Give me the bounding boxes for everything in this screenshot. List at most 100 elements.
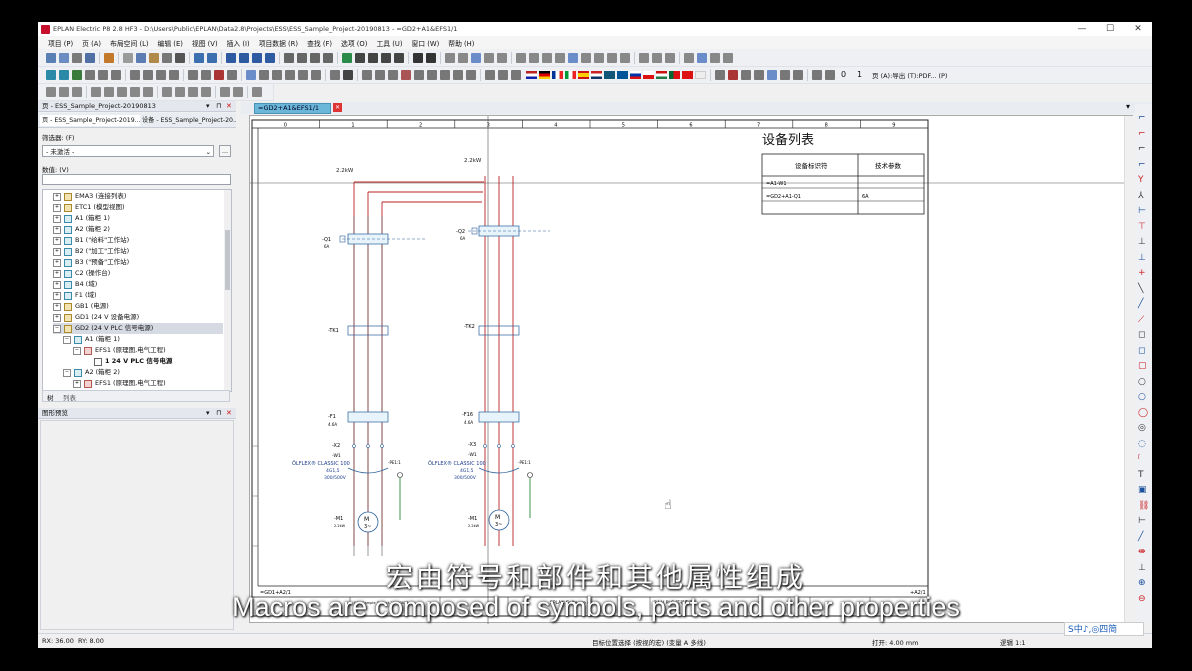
potential-icon[interactable] (130, 70, 140, 80)
tree-item[interactable]: + EFS1 (原理图,电气工程) (73, 378, 166, 389)
drawing-tool-icon[interactable]: ◯ (1138, 408, 1148, 418)
menu-view[interactable]: 视图 (V) (192, 38, 218, 48)
value-input[interactable] (42, 174, 231, 185)
ime-toolbar[interactable]: S中♪,◎四简 (1064, 622, 1144, 636)
drawing-tool-icon[interactable]: ⌐ (1138, 114, 1148, 123)
bus-icon[interactable] (665, 53, 675, 63)
drawing-tool-icon[interactable]: ○ (1138, 393, 1148, 402)
new-project-icon[interactable] (46, 53, 56, 63)
tree-item[interactable]: + B4 (域) (53, 279, 97, 290)
page-next-icon[interactable] (310, 53, 320, 63)
cursor-a-icon[interactable] (715, 70, 725, 80)
eval-a-icon[interactable] (362, 70, 372, 80)
tab-list[interactable]: 列表 (63, 392, 76, 402)
filter-browse-button[interactable]: ... (219, 145, 231, 157)
plug-icon[interactable] (98, 70, 108, 80)
dimension-icon[interactable] (130, 87, 140, 97)
pointer-icon[interactable] (169, 70, 179, 80)
grid-c-icon[interactable] (471, 53, 481, 63)
canvas-scrollbar[interactable] (1124, 116, 1134, 622)
arrow-right-nav-icon[interactable] (426, 53, 436, 63)
menu-layout-space[interactable]: 布局空间 (L) (110, 38, 148, 48)
flag-uk-icon[interactable] (604, 71, 615, 79)
translate-b-icon[interactable] (498, 70, 508, 80)
tree-item[interactable]: + GB1 (电源) (53, 301, 109, 312)
plc-icon[interactable] (188, 70, 198, 80)
zoom-fit-icon[interactable] (394, 53, 404, 63)
flag-pl-icon[interactable] (643, 71, 654, 79)
cursor-c-icon[interactable] (741, 70, 751, 80)
flag-hu-icon[interactable] (656, 71, 667, 79)
menu-options[interactable]: 选项 (O) (341, 38, 367, 48)
flag-fr-icon[interactable] (552, 71, 563, 79)
drawing-tool-icon[interactable]: ⌐ (1138, 160, 1148, 170)
menu-project-data[interactable]: 项目数据 (R) (259, 38, 298, 48)
drawing-tool-icon[interactable]: ▣ (1138, 486, 1148, 495)
input-box-icon[interactable] (542, 53, 552, 63)
tree-expander-icon[interactable]: + (53, 302, 61, 311)
translate-a-icon[interactable] (485, 70, 495, 80)
image-icon[interactable] (220, 87, 230, 97)
list-icon[interactable] (607, 53, 617, 63)
tree-item[interactable]: + B1 ("给料"工作站) (53, 235, 129, 246)
drawing-tool-icon[interactable]: T (1138, 470, 1148, 480)
align-icon[interactable] (639, 53, 649, 63)
tree-item[interactable]: + B3 ("预备"工作站) (53, 257, 129, 268)
flag-de-icon[interactable] (539, 71, 550, 79)
flag-cn-icon[interactable] (682, 71, 693, 79)
grid-e-icon[interactable] (497, 53, 507, 63)
drawing-tool-icon[interactable]: ᶴ (1138, 455, 1148, 464)
refresh-icon[interactable] (342, 53, 352, 63)
cursor-b-icon[interactable] (728, 70, 738, 80)
tree-item[interactable]: + A2 (箱柜 2) (53, 224, 110, 235)
pipe-icon[interactable] (201, 70, 211, 80)
frame-icon[interactable] (684, 53, 694, 63)
tree-scrollbar[interactable] (224, 190, 231, 391)
menu-insert[interactable]: 插入 (I) (227, 38, 250, 48)
drawing-tool-icon[interactable]: ⟋ (1138, 315, 1148, 325)
tree-expander-icon[interactable]: + (53, 203, 61, 212)
close-project-icon[interactable] (72, 53, 82, 63)
drawing-tool-icon[interactable]: ◻ (1138, 346, 1148, 356)
eval-f-icon[interactable] (427, 70, 437, 80)
menu-page[interactable]: 页 (A) (82, 38, 101, 48)
rect-icon[interactable] (91, 87, 101, 97)
eval-g-icon[interactable] (440, 70, 450, 80)
connect-icon[interactable] (175, 87, 185, 97)
interrupt-icon[interactable] (156, 70, 166, 80)
magnet-icon[interactable] (568, 53, 578, 63)
tree-item[interactable]: + GD1 (24 V 设备电源) (53, 312, 139, 323)
line-icon[interactable] (46, 87, 56, 97)
marker-icon[interactable] (594, 53, 604, 63)
flag-pt-icon[interactable] (669, 71, 680, 79)
drawing-tool-icon[interactable]: + (1138, 269, 1148, 278)
object-snap-icon[interactable] (555, 53, 565, 63)
device-icon[interactable] (72, 70, 82, 80)
grid-b-icon[interactable] (458, 53, 468, 63)
schematic-canvas[interactable]: 0123456789 设备列表 设备标识符 技术参数 =A1-W1 =GD2+A… (249, 115, 1134, 624)
properties-icon[interactable] (175, 53, 185, 63)
drawing-tool-icon[interactable]: ▢ (1138, 362, 1148, 371)
document-tab[interactable]: =GD2+A1&EFS1/1 (254, 103, 331, 114)
delete-icon[interactable] (162, 53, 172, 63)
macro-icon[interactable] (723, 53, 733, 63)
tree-expander-icon[interactable]: + (53, 269, 61, 278)
tree-scroll-thumb[interactable] (225, 230, 230, 290)
drawing-tool-icon[interactable]: ╱ (1138, 532, 1148, 542)
drawing-tool-icon[interactable]: Y (1138, 176, 1148, 185)
arrow-right-icon[interactable] (239, 53, 249, 63)
tree-expander-icon[interactable]: − (63, 335, 71, 344)
tree-expander-icon[interactable]: + (73, 379, 81, 388)
tree-expander-icon[interactable]: + (53, 291, 61, 300)
tree-item[interactable]: − A2 (箱柜 2) (63, 367, 120, 378)
wire-icon[interactable] (227, 70, 237, 80)
drawing-tool-icon[interactable]: ◎ (1138, 424, 1148, 433)
print-icon[interactable] (85, 53, 95, 63)
layer-icon[interactable] (581, 53, 591, 63)
page-new-a-icon[interactable] (246, 70, 256, 80)
eval-d-icon[interactable] (401, 70, 411, 80)
maximize-button[interactable]: ☐ (1096, 22, 1124, 36)
close-tab-icon[interactable]: ✕ (333, 103, 342, 112)
close-panel-icon[interactable]: ✕ (226, 408, 232, 419)
page-prev-icon[interactable] (284, 53, 294, 63)
